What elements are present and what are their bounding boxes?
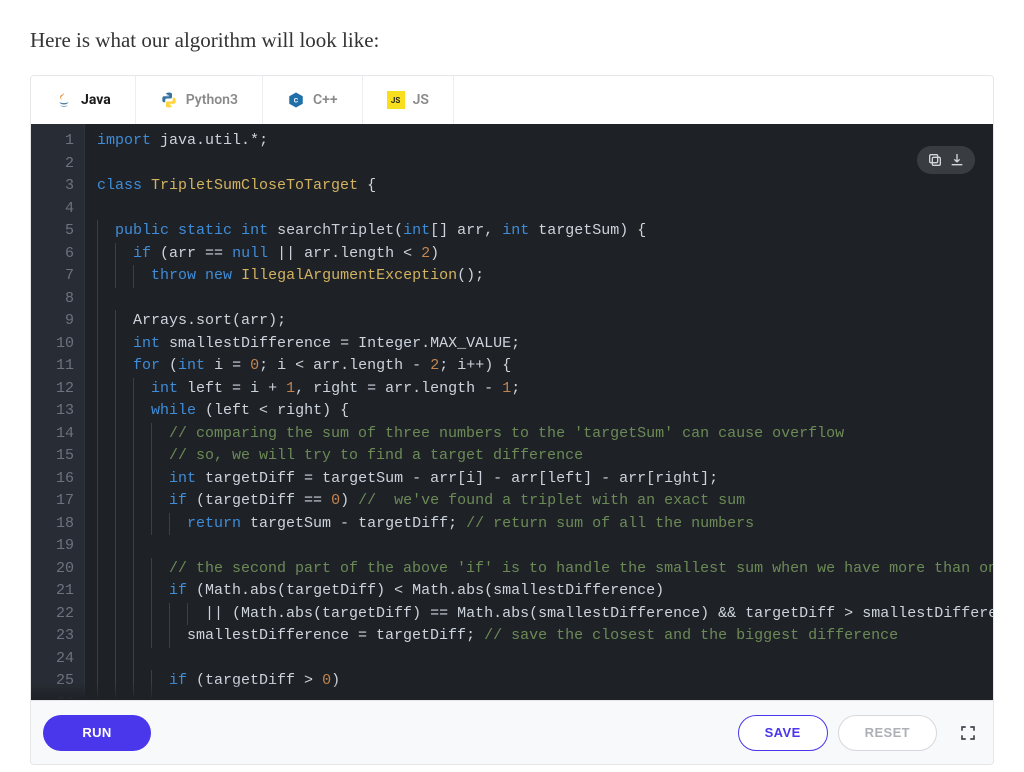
code-line[interactable]: // the second part of the above 'if' is …: [97, 558, 993, 581]
code-line[interactable]: if (targetDiff == 0) // we've found a tr…: [97, 490, 993, 513]
code-line[interactable]: // so, we will try to find a target diff…: [97, 445, 993, 468]
code-line[interactable]: int smallestDifference = Integer.MAX_VAL…: [97, 333, 993, 356]
line-number: 22: [47, 603, 74, 626]
code-line[interactable]: return targetSum - targetDiff; // return…: [97, 513, 993, 536]
code-line[interactable]: for (int i = 0; i < arr.length - 2; i++)…: [97, 355, 993, 378]
copy-icon[interactable]: [927, 152, 943, 168]
footer-toolbar: RUN SAVE RESET: [30, 701, 994, 765]
code-line[interactable]: smallestDifference = targetDiff; // save…: [97, 625, 993, 648]
tab-js[interactable]: JS JS: [363, 76, 454, 124]
editor-actions: [917, 146, 975, 174]
line-number: 21: [47, 580, 74, 603]
code-area[interactable]: import java.util.*; class TripletSumClose…: [85, 124, 993, 700]
code-line[interactable]: [97, 693, 993, 701]
code-line[interactable]: || (Math.abs(targetDiff) == Math.abs(sma…: [97, 603, 993, 626]
tab-python[interactable]: Python3: [136, 76, 263, 124]
line-number: 20: [47, 558, 74, 581]
line-number: 19: [47, 535, 74, 558]
code-line[interactable]: throw new IllegalArgumentException();: [97, 265, 993, 288]
code-line[interactable]: [97, 535, 993, 558]
tab-java-label: Java: [81, 92, 111, 108]
download-icon[interactable]: [949, 152, 965, 168]
save-button[interactable]: SAVE: [738, 715, 828, 751]
line-number: 4: [47, 198, 74, 221]
tabs: Java Python3 C C++ JS JS: [31, 76, 993, 124]
line-number: 7: [47, 265, 74, 288]
reset-button[interactable]: RESET: [838, 715, 937, 751]
line-number: 8: [47, 288, 74, 311]
python-icon: [160, 91, 178, 109]
code-line[interactable]: public static int searchTriplet(int[] ar…: [97, 220, 993, 243]
page-heading: Here is what our algorithm will look lik…: [30, 28, 994, 53]
code-editor[interactable]: 1234567891011121314151617181920212223242…: [31, 124, 993, 700]
line-number: 12: [47, 378, 74, 401]
line-number: 17: [47, 490, 74, 513]
line-number: 2: [47, 153, 74, 176]
code-line[interactable]: [97, 288, 993, 311]
line-number: 24: [47, 648, 74, 671]
line-number: 9: [47, 310, 74, 333]
code-line[interactable]: import java.util.*;: [97, 130, 993, 153]
line-number: 10: [47, 333, 74, 356]
code-line[interactable]: if (targetDiff > 0): [97, 670, 993, 693]
line-gutter: 1234567891011121314151617181920212223242…: [31, 124, 85, 700]
js-icon: JS: [387, 91, 405, 109]
line-number: 14: [47, 423, 74, 446]
code-line[interactable]: class TripletSumCloseToTarget {: [97, 175, 993, 198]
code-line[interactable]: while (left < right) {: [97, 400, 993, 423]
line-number: 16: [47, 468, 74, 491]
code-line[interactable]: [97, 648, 993, 671]
tab-python-label: Python3: [186, 92, 238, 108]
line-number: 23: [47, 625, 74, 648]
code-line[interactable]: Arrays.sort(arr);: [97, 310, 993, 333]
code-line[interactable]: [97, 153, 993, 176]
line-number: 15: [47, 445, 74, 468]
run-button[interactable]: RUN: [43, 715, 151, 751]
tab-js-label: JS: [413, 92, 429, 108]
line-number: 18: [47, 513, 74, 536]
line-number: 6: [47, 243, 74, 266]
java-icon: [55, 91, 73, 109]
code-line[interactable]: int targetDiff = targetSum - arr[i] - ar…: [97, 468, 993, 491]
line-number: 13: [47, 400, 74, 423]
line-number: 11: [47, 355, 74, 378]
code-line[interactable]: if (Math.abs(targetDiff) < Math.abs(smal…: [97, 580, 993, 603]
tab-java[interactable]: Java: [31, 76, 136, 124]
line-number: 1: [47, 130, 74, 153]
line-number: 5: [47, 220, 74, 243]
code-line[interactable]: [97, 198, 993, 221]
cpp-icon: C: [287, 91, 305, 109]
line-number: 26: [47, 693, 74, 701]
code-line[interactable]: int left = i + 1, right = arr.length - 1…: [97, 378, 993, 401]
code-line[interactable]: if (arr == null || arr.length < 2): [97, 243, 993, 266]
code-widget: Java Python3 C C++ JS JS 123456789101112…: [30, 75, 994, 701]
tab-cpp[interactable]: C C++: [263, 76, 363, 124]
tab-cpp-label: C++: [313, 92, 338, 108]
code-line[interactable]: // comparing the sum of three numbers to…: [97, 423, 993, 446]
line-number: 3: [47, 175, 74, 198]
svg-text:C: C: [294, 96, 299, 104]
fullscreen-icon[interactable]: [959, 724, 977, 742]
line-number: 25: [47, 670, 74, 693]
